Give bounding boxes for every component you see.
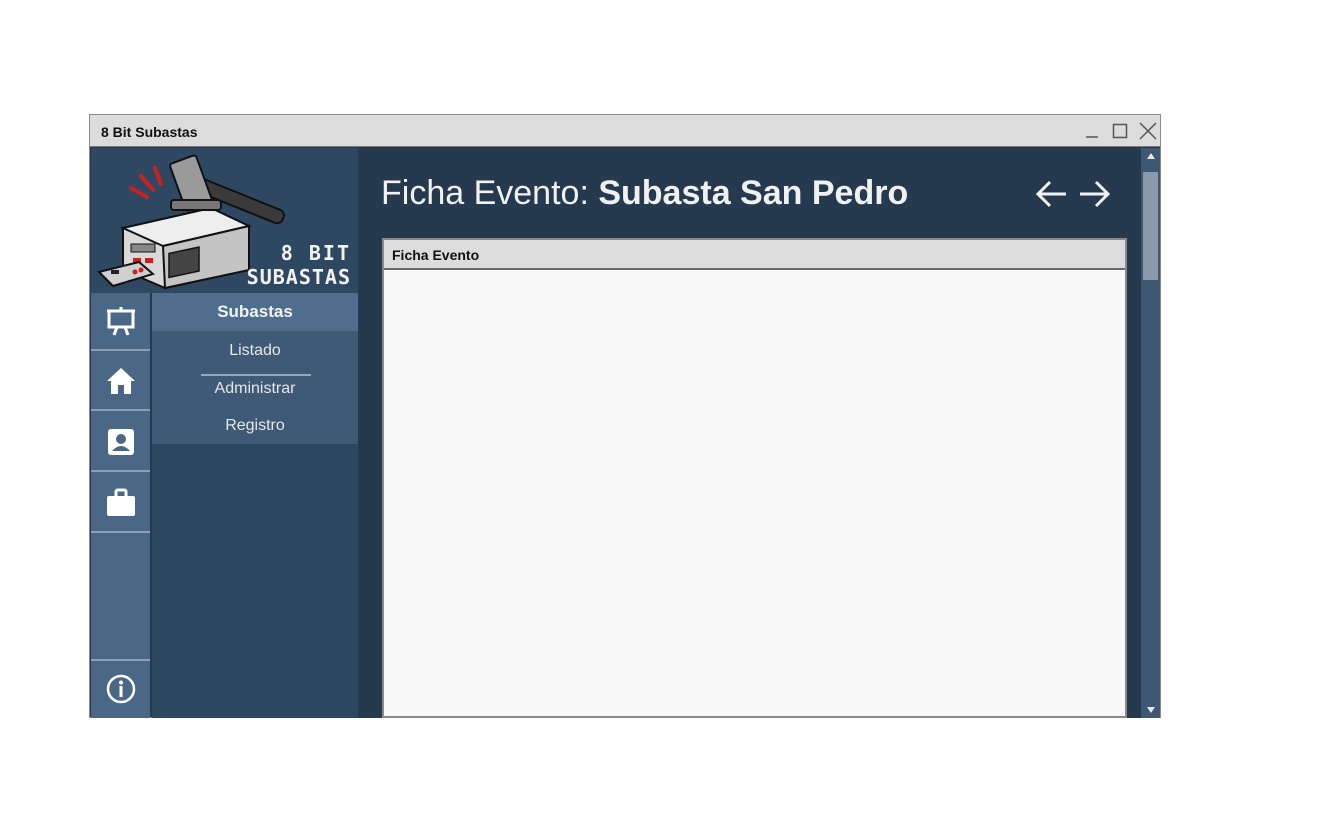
arrow-left-icon: [1035, 180, 1066, 208]
window-title: 8 Bit Subastas: [101, 124, 198, 140]
event-detail-panel: Ficha Evento: [382, 238, 1127, 718]
submenu-list: Listado Administrar Registro: [152, 331, 358, 444]
submenu-panel: Subastas Listado Administrar Registro: [152, 293, 358, 718]
scroll-thumb[interactable]: [1143, 172, 1158, 280]
sidebar-item-home[interactable]: [91, 353, 150, 411]
app-logo: 8 BIT SUBASTAS: [91, 148, 358, 293]
info-icon: [106, 674, 135, 704]
main-content: Ficha Evento: Subasta San Pedro Ficha Ev…: [358, 148, 1141, 718]
triangle-down-icon: [1146, 707, 1155, 713]
app-window: 8 Bit Subastas 8 BIT SUBASTAS Subastas L…: [89, 114, 1161, 718]
logo-line-2: SUBASTAS: [247, 265, 351, 289]
back-button[interactable]: [1034, 176, 1070, 212]
triangle-up-icon: [1146, 153, 1155, 159]
submenu-item-listado[interactable]: Listado: [152, 342, 358, 376]
page-title: Ficha Evento: Subasta San Pedro: [381, 174, 908, 213]
home-icon: [106, 368, 135, 394]
logo-line-1: 8 BIT: [281, 241, 351, 265]
sidebar-item-presentation[interactable]: [91, 293, 150, 351]
arrow-right-icon: [1080, 180, 1111, 208]
submenu-item-administrar[interactable]: Administrar: [152, 380, 358, 398]
briefcase-icon: [106, 488, 135, 516]
contact-card-icon: [107, 429, 134, 455]
scroll-down-button[interactable]: [1141, 702, 1160, 718]
submenu-heading: Subastas: [152, 293, 358, 331]
panel-header: Ficha Evento: [384, 240, 1125, 270]
close-icon[interactable]: [1138, 121, 1158, 141]
submenu-item-registro[interactable]: Registro: [152, 417, 358, 435]
page-title-name: Subasta San Pedro: [598, 174, 909, 212]
panel-title: Ficha Evento: [392, 247, 480, 263]
scroll-up-button[interactable]: [1141, 148, 1160, 164]
window-titlebar: 8 Bit Subastas: [90, 115, 1160, 147]
sidebar-item-info[interactable]: [91, 659, 150, 717]
forward-button[interactable]: [1076, 176, 1112, 212]
sidebar-item-briefcase[interactable]: [91, 475, 150, 533]
sidebar-item-contacts[interactable]: [91, 414, 150, 472]
presentation-board-icon: [106, 307, 135, 336]
minimize-icon[interactable]: [1082, 121, 1102, 141]
icon-sidebar: [91, 293, 150, 718]
gavel-console-logo-icon: 8 BIT SUBASTAS: [97, 154, 351, 290]
page-title-prefix: Ficha Evento:: [381, 174, 589, 212]
vertical-scrollbar[interactable]: [1141, 148, 1160, 718]
maximize-icon[interactable]: [1110, 121, 1130, 141]
